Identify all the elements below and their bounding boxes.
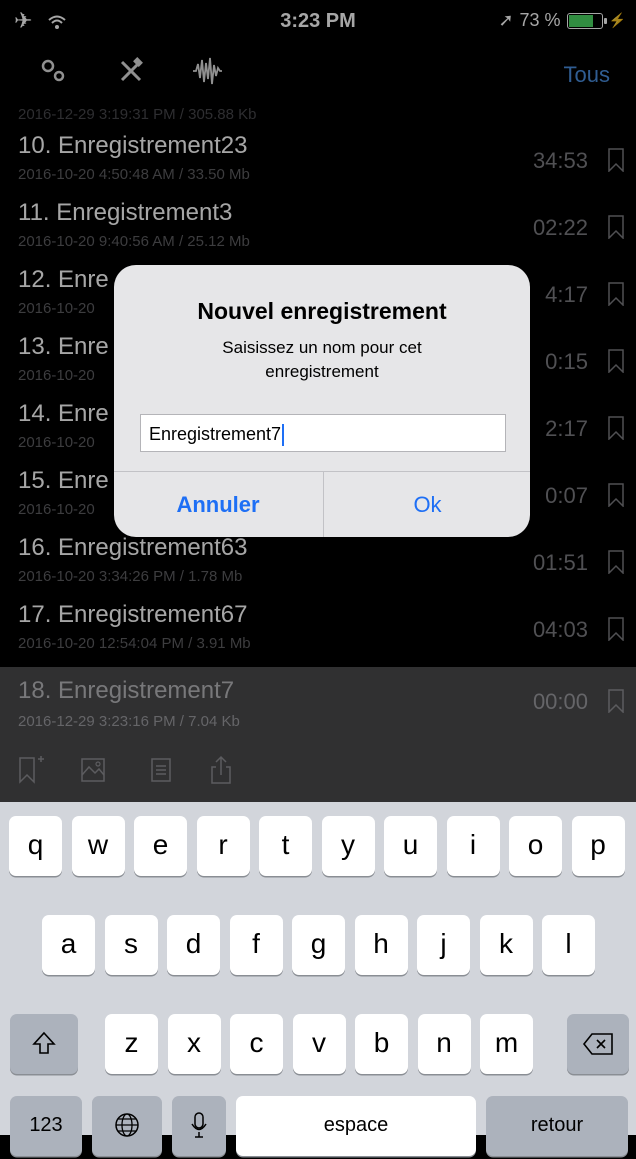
key-m[interactable]: m	[480, 1014, 533, 1074]
new-recording-dialog: Nouvel enregistrement Saisissez un nom p…	[114, 265, 530, 537]
key-a[interactable]: a	[42, 915, 95, 975]
keyboard: qwertyuiop asdfghjkl zxcvbnm 123 espace …	[0, 802, 636, 1156]
key-v[interactable]: v	[292, 1014, 346, 1074]
return-key[interactable]: retour	[486, 1096, 628, 1156]
key-z[interactable]: z	[105, 1014, 158, 1074]
key-d[interactable]: d	[167, 915, 220, 975]
space-key[interactable]: espace	[236, 1096, 476, 1156]
backspace-icon	[582, 1033, 613, 1055]
key-x[interactable]: x	[167, 1014, 221, 1074]
key-r[interactable]: r	[196, 816, 250, 876]
key-q[interactable]: q	[9, 816, 62, 876]
key-u[interactable]: u	[384, 816, 437, 876]
key-p[interactable]: p	[571, 816, 625, 876]
key-c[interactable]: c	[230, 1014, 283, 1074]
key-t[interactable]: t	[259, 816, 312, 876]
globe-icon	[115, 1113, 139, 1137]
key-g[interactable]: g	[292, 915, 345, 975]
key-e[interactable]: e	[134, 816, 187, 876]
dialog-title: Nouvel enregistrement	[197, 298, 447, 324]
numbers-key[interactable]: 123	[10, 1096, 82, 1156]
key-k[interactable]: k	[479, 915, 533, 975]
dictation-key[interactable]	[172, 1096, 226, 1156]
key-y[interactable]: y	[321, 816, 375, 876]
key-h[interactable]: h	[354, 915, 408, 975]
recording-name-input[interactable]: Enregistrement7	[140, 414, 506, 452]
key-j[interactable]: j	[417, 915, 470, 975]
input-text: Enregistrement7	[149, 424, 282, 444]
shift-key[interactable]	[10, 1014, 78, 1074]
dialog-buttons: Annuler Ok	[114, 471, 530, 537]
text-caret	[282, 424, 285, 447]
globe-key[interactable]	[92, 1096, 162, 1156]
key-w[interactable]: w	[71, 816, 125, 876]
dialog-message: Saisissez un nom pour cet enregistrement	[222, 338, 422, 381]
key-b[interactable]: b	[355, 1014, 408, 1074]
ok-button[interactable]: Ok	[323, 472, 530, 537]
shift-icon	[32, 1031, 56, 1054]
cancel-button[interactable]: Annuler	[114, 472, 322, 537]
key-i[interactable]: i	[446, 816, 500, 876]
key-l[interactable]: l	[542, 915, 595, 975]
key-o[interactable]: o	[509, 816, 562, 876]
key-n[interactable]: n	[417, 1014, 471, 1074]
delete-key[interactable]	[567, 1014, 629, 1074]
key-s[interactable]: s	[104, 915, 158, 975]
key-f[interactable]: f	[229, 915, 283, 975]
